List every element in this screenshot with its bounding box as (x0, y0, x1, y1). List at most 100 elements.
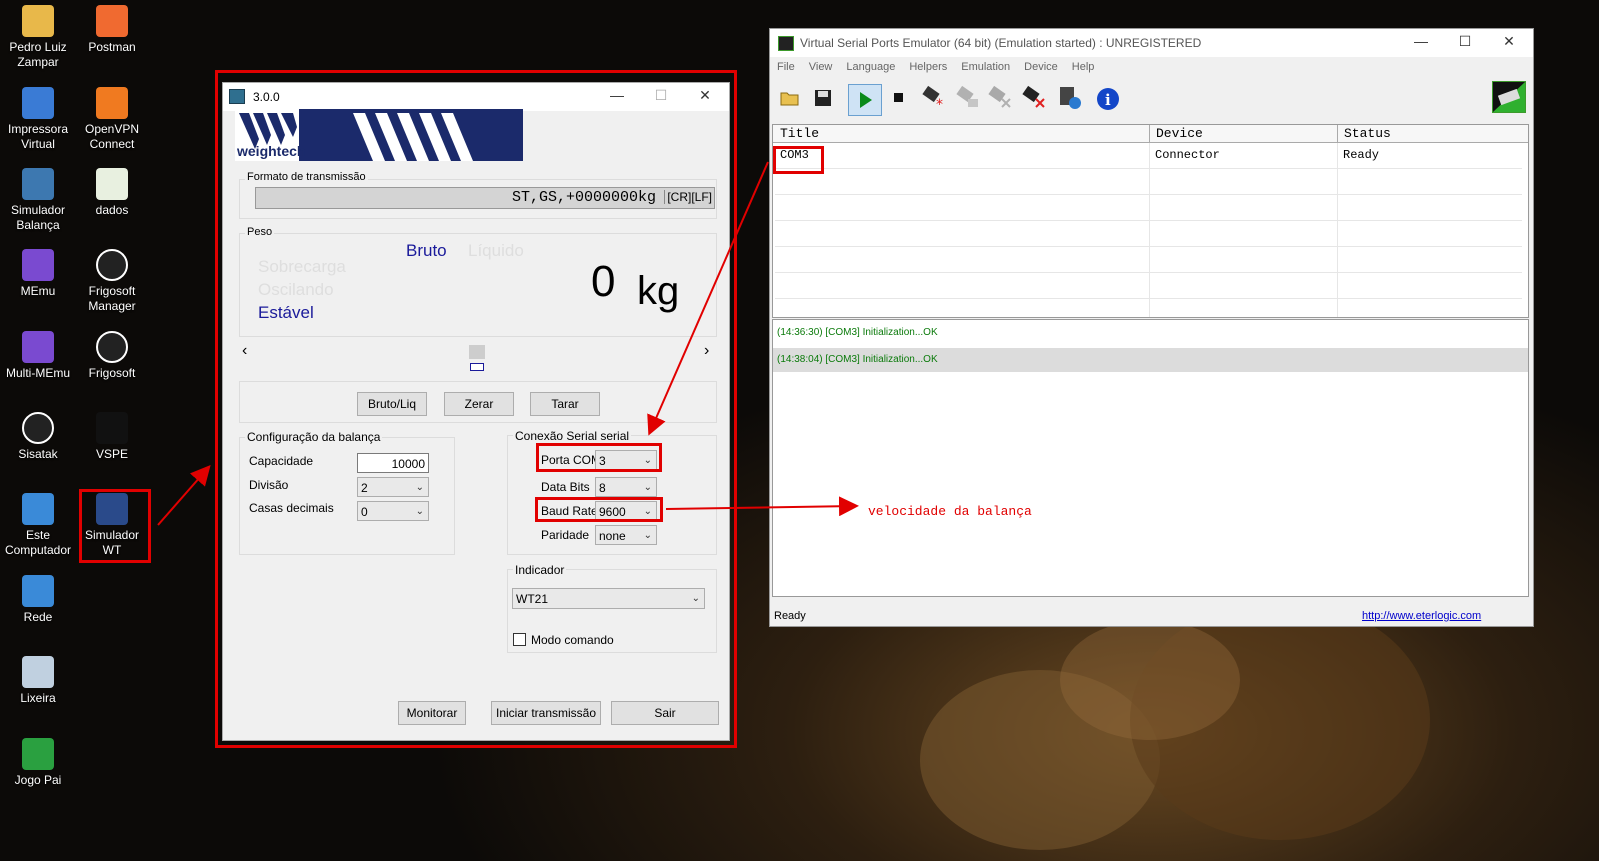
game-icon (22, 738, 54, 770)
edit-device-icon[interactable] (956, 85, 980, 109)
column-title[interactable]: Title (780, 126, 819, 141)
chevron-down-icon: ⌄ (415, 506, 424, 517)
desktop-icon-label: VSPE (95, 447, 128, 461)
menu-item[interactable]: Device (1024, 61, 1058, 73)
log-panel: (14:36:30) [COM3] Initialization...OK (1… (772, 319, 1529, 597)
indicador-value: WT21 (516, 592, 549, 606)
eterlogic-link[interactable]: http://www.eterlogic.com (1362, 610, 1481, 622)
delete-device-icon[interactable] (1022, 85, 1046, 109)
tarar-button[interactable]: Tarar (530, 392, 600, 416)
capacidade-label: Capacidade (249, 454, 314, 468)
desktop-icon[interactable]: Frigosoft (74, 331, 150, 381)
empty-row (775, 221, 1522, 247)
desktop-icon[interactable]: Lixeira (0, 656, 76, 706)
vspe-window: Virtual Serial Ports Emulator (64 bit) (… (769, 28, 1534, 627)
casas-value: 0 (361, 505, 368, 519)
column-status[interactable]: Status (1344, 126, 1391, 141)
desktop-icon[interactable]: Frigosoft Manager (74, 249, 150, 314)
recycle-bin-icon (22, 656, 54, 688)
desktop-icon-label: Frigosoft Manager (88, 284, 136, 313)
desktop-icon[interactable]: Multi-MEmu (0, 331, 76, 381)
desktop-icon-label: Este Computador (4, 528, 72, 557)
minimize-button[interactable]: — (597, 87, 637, 107)
create-device-icon[interactable]: * (922, 85, 946, 113)
maximize-button[interactable]: ☐ (641, 87, 681, 107)
oscilando-indicator: Oscilando (258, 280, 334, 299)
desktop-icon[interactable]: MEmu (0, 249, 76, 299)
desktop-icon-label: Lixeira (20, 691, 56, 705)
spreadsheet-icon (96, 168, 128, 200)
disconnect-device-icon[interactable] (988, 85, 1012, 109)
vspe-close-button[interactable]: ✕ (1489, 33, 1529, 53)
desktop-icon[interactable]: OpenVPN Connect (74, 87, 150, 152)
indicador-select[interactable]: WT21 ⌄ (512, 588, 705, 609)
menu-item[interactable]: Emulation (961, 61, 1010, 73)
slider-right-arrow[interactable]: › (704, 342, 709, 360)
annotation-velocidade-text: velocidade da balança (868, 504, 1032, 519)
python-icon (22, 168, 54, 200)
info-icon[interactable]: i (1096, 87, 1120, 111)
desktop-icon[interactable]: Jogo Pai (0, 738, 76, 788)
vspe-logo-icon (1492, 81, 1526, 113)
weightech-logo: weightech (235, 109, 523, 161)
divisao-select[interactable]: 2 ⌄ (357, 477, 429, 497)
desktop-icon-label: Postman (88, 40, 136, 54)
annotation-porta-com-box (536, 443, 662, 472)
desktop-icon[interactable]: dados (74, 168, 150, 218)
vspe-menubar: File View Language Helpers Emulation Device He… (777, 61, 1108, 73)
open-folder-icon[interactable] (780, 89, 804, 113)
save-icon[interactable] (814, 89, 838, 113)
transmission-field: ST,GS,+0000000kg [CR][LF] (255, 187, 715, 209)
window-title: 3.0.0 (253, 90, 280, 104)
network-device-icon[interactable] (1058, 85, 1082, 109)
close-button[interactable]: ✕ (685, 87, 725, 107)
desktop-icon[interactable]: Rede (0, 575, 76, 625)
bruto-liq-button[interactable]: Bruto/Liq (357, 392, 427, 416)
paridade-select[interactable]: none ⌄ (595, 525, 657, 545)
slider-left-arrow[interactable]: ‹ (242, 342, 247, 360)
capacidade-input[interactable]: 10000 (357, 453, 429, 473)
start-emulation-button[interactable] (848, 84, 882, 116)
desktop-icon[interactable]: Pedro Luiz Zampar (0, 5, 76, 70)
menu-item[interactable]: View (809, 61, 833, 73)
databits-value: 8 (599, 481, 606, 495)
casas-select[interactable]: 0 ⌄ (357, 501, 429, 521)
desktop-icon[interactable]: Sisatak (0, 412, 76, 462)
menu-item[interactable]: File (777, 61, 795, 73)
desktop-icon[interactable]: VSPE (74, 412, 150, 462)
iniciar-transmissao-button[interactable]: Iniciar transmissão (491, 701, 601, 725)
stop-icon[interactable] (892, 91, 916, 115)
app-icon (229, 89, 245, 104)
vspe-minimize-button[interactable]: — (1401, 33, 1441, 53)
estavel-indicator: Estável (258, 303, 314, 322)
paridade-value: none (599, 529, 626, 543)
monitorar-button[interactable]: Monitorar (398, 701, 466, 725)
weight-value: 0 (591, 257, 616, 306)
desktop-icon[interactable]: Este Computador (0, 493, 76, 558)
frigosoft-icon (96, 331, 128, 363)
table-row[interactable]: COM3 Connector Ready (775, 143, 1522, 169)
weight-slider-thumb[interactable] (469, 345, 485, 359)
device-grid: Title Device Status COM3 Connector Ready (772, 124, 1529, 318)
menu-item[interactable]: Help (1072, 61, 1095, 73)
empty-row (775, 247, 1522, 273)
zerar-button[interactable]: Zerar (444, 392, 514, 416)
svg-text:*: * (936, 97, 943, 111)
column-device[interactable]: Device (1156, 126, 1203, 141)
menu-item[interactable]: Language (846, 61, 895, 73)
empty-row (775, 273, 1522, 299)
menu-item[interactable]: Helpers (909, 61, 947, 73)
user-folder-icon (22, 5, 54, 37)
serial-label: Conexão Serial serial (513, 429, 632, 443)
desktop-icon[interactable]: Postman (74, 5, 150, 55)
simulator-window: 3.0.0 — ☐ ✕ weightech Formato de transmi… (222, 82, 730, 741)
databits-select[interactable]: 8 ⌄ (595, 477, 657, 497)
modo-comando-checkbox[interactable] (513, 633, 526, 646)
vspe-maximize-button[interactable]: ☐ (1445, 33, 1485, 53)
computer-icon (22, 493, 54, 525)
sair-button[interactable]: Sair (611, 701, 719, 725)
printer-icon (22, 87, 54, 119)
annotation-simulator-icon-frame (79, 489, 151, 563)
desktop-icon[interactable]: Simulador Balança (0, 168, 76, 233)
desktop-icon[interactable]: Impressora Virtual (0, 87, 76, 152)
